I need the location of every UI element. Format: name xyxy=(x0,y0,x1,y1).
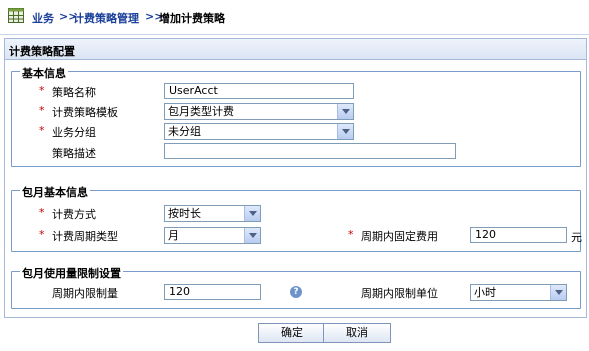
business-group-label: 业务分组 xyxy=(52,126,96,139)
business-group-select[interactable]: 未分组 xyxy=(164,123,354,140)
required-mark: * xyxy=(39,104,45,117)
limit-unit-select[interactable]: 小时 xyxy=(470,284,567,301)
billing-method-label: 计费方式 xyxy=(52,208,96,221)
limit-unit-label: 周期内限制单位 xyxy=(361,287,438,300)
basic-info-legend: 基本信息 xyxy=(20,65,68,81)
currency-unit: 元 xyxy=(571,231,582,244)
divider xyxy=(0,34,589,35)
breadcrumb-link-business[interactable]: 业务 xyxy=(32,10,54,26)
policy-config-panel: 计费策略配置 基本信息 * 策略名称 UserAcct * 计费策略模板 包月类… xyxy=(4,38,587,318)
usage-limit-section: 包月使用量限制设置 周期内限制量 120 ? 周期内限制单位 小时 xyxy=(11,265,581,309)
billing-period-label: 计费周期类型 xyxy=(52,230,118,243)
policy-template-label: 计费策略模板 xyxy=(52,106,118,119)
policy-description-input[interactable] xyxy=(164,143,456,159)
breadcrumb-current: 增加计费策略 xyxy=(159,12,225,25)
usage-limit-legend: 包月使用量限制设置 xyxy=(20,265,123,281)
basic-info-section: 基本信息 * 策略名称 UserAcct * 计费策略模板 包月类型计费 * 业… xyxy=(11,65,581,167)
fixed-fee-label: 周期内固定费用 xyxy=(361,230,438,243)
monthly-info-legend: 包月基本信息 xyxy=(20,184,90,200)
required-mark: * xyxy=(39,228,45,241)
breadcrumb-link-policy-management[interactable]: 计费策略管理 xyxy=(73,10,139,26)
help-icon[interactable]: ? xyxy=(290,286,302,298)
grid-icon xyxy=(8,8,24,23)
chevron-down-icon[interactable] xyxy=(337,124,353,139)
policy-name-label: 策略名称 xyxy=(52,86,96,99)
monthly-info-section: 包月基本信息 * 计费方式 按时长 * 计费周期类型 月 * 周期内固定费用 1… xyxy=(11,184,582,252)
required-mark: * xyxy=(348,228,354,241)
billing-period-value: 月 xyxy=(168,229,179,242)
panel-title: 计费策略配置 xyxy=(9,45,75,58)
policy-description-label: 策略描述 xyxy=(52,147,96,160)
chevron-down-icon[interactable] xyxy=(244,228,260,243)
billing-method-value: 按时长 xyxy=(168,207,201,220)
fixed-fee-input[interactable]: 120 xyxy=(470,227,567,243)
required-mark: * xyxy=(39,124,45,137)
breadcrumb-bar: 业务 >> 计费策略管理 >> 增加计费策略 xyxy=(0,0,589,33)
chevron-down-icon[interactable] xyxy=(244,206,260,221)
confirm-button[interactable]: 确定 xyxy=(258,323,326,343)
business-group-value: 未分组 xyxy=(168,125,201,138)
policy-name-input[interactable]: UserAcct xyxy=(164,83,354,99)
cancel-button[interactable]: 取消 xyxy=(323,323,391,343)
policy-template-value: 包月类型计费 xyxy=(168,105,234,118)
billing-method-select[interactable]: 按时长 xyxy=(164,205,261,222)
chevron-down-icon[interactable] xyxy=(550,285,566,300)
limit-amount-label: 周期内限制量 xyxy=(52,287,118,300)
limit-unit-value: 小时 xyxy=(474,286,496,299)
panel-header: 计费策略配置 xyxy=(5,39,586,60)
required-mark: * xyxy=(39,84,45,97)
required-mark: * xyxy=(39,206,45,219)
limit-amount-input[interactable]: 120 xyxy=(164,284,261,300)
chevron-down-icon[interactable] xyxy=(337,104,353,119)
policy-template-select[interactable]: 包月类型计费 xyxy=(164,103,354,120)
billing-period-select[interactable]: 月 xyxy=(164,227,261,244)
